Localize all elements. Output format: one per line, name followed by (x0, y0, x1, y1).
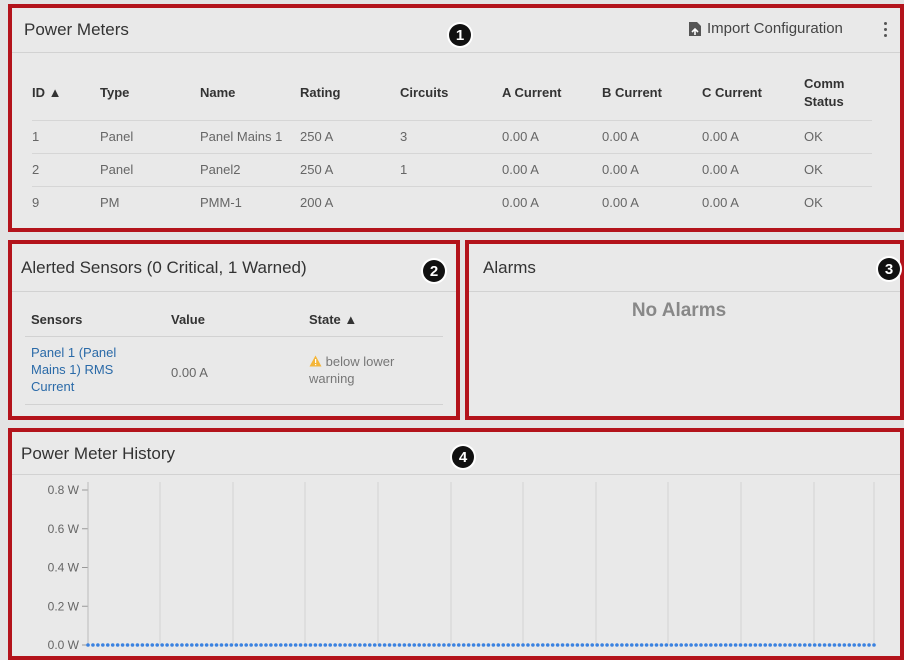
alerted-sensors-divider (11, 291, 457, 292)
cell-circuits: 3 (400, 119, 502, 153)
cell-comm-status: OK (804, 119, 872, 153)
import-configuration-label: Import Configuration (707, 20, 843, 37)
value-header[interactable]: Value (171, 312, 205, 327)
cell-circuits: 1 (400, 152, 502, 186)
table-row[interactable]: 9 PM PMM-1 200 A 0.00 A 0.00 A 0.00 A OK (32, 185, 872, 219)
table-row[interactable]: 1 Panel Panel Mains 1 250 A 3 0.00 A 0.0… (32, 119, 872, 153)
cell-b-current: 0.00 A (602, 152, 702, 186)
cell-id: 9 (32, 185, 100, 219)
cell-rating: 250 A (300, 119, 400, 153)
cell-c-current: 0.00 A (702, 119, 804, 153)
cell-type: Panel (100, 152, 200, 186)
cell-comm-status: OK (804, 185, 872, 219)
alerted-sensors-title: Alerted Sensors (0 Critical, 1 Warned) (21, 258, 307, 277)
power-meter-history-title: Power Meter History (21, 444, 175, 463)
cell-a-current: 0.00 A (502, 185, 602, 219)
col-comm-status-header[interactable]: Comm Status (804, 66, 872, 120)
cell-id: 2 (32, 152, 100, 186)
col-id-header[interactable]: ID ▲ (32, 66, 100, 120)
sensors-header-divider (25, 336, 443, 337)
sensor-state-label: below lower warning (309, 354, 395, 386)
power-meters-table: ID ▲ Type Name Rating Circuits A Current… (32, 66, 872, 219)
cell-name: Panel2 (200, 152, 300, 186)
history-divider (11, 474, 904, 475)
power-meters-title: Power Meters (24, 20, 129, 39)
cell-c-current: 0.00 A (702, 152, 804, 186)
col-b-current-header[interactable]: B Current (602, 66, 702, 120)
cell-type: Panel (100, 119, 200, 153)
col-a-current-header[interactable]: A Current (502, 66, 602, 120)
cell-b-current: 0.00 A (602, 185, 702, 219)
cell-name: Panel Mains 1 (200, 119, 300, 153)
sensors-row-divider (25, 404, 443, 405)
alerted-sensors-panel: Alerted Sensors (0 Critical, 1 Warned) S… (11, 244, 457, 416)
cell-c-current: 0.00 A (702, 185, 804, 219)
cell-name: PMM-1 (200, 185, 300, 219)
cell-a-current: 0.00 A (502, 119, 602, 153)
callout-badge-1: 1 (449, 24, 471, 46)
col-rating-header[interactable]: Rating (300, 66, 400, 120)
col-name-header[interactable]: Name (200, 66, 300, 120)
more-options-icon[interactable] (882, 21, 890, 39)
cell-id: 1 (32, 119, 100, 153)
sensor-state: below lower warning (309, 353, 409, 387)
sensors-header[interactable]: Sensors (31, 312, 82, 327)
sensor-link[interactable]: Panel 1 (Panel Mains 1) RMS Current (31, 344, 131, 395)
col-type-header[interactable]: Type (100, 66, 200, 120)
cell-type: PM (100, 185, 200, 219)
cell-rating: 250 A (300, 152, 400, 186)
callout-badge-2: 2 (423, 260, 445, 282)
alarms-title: Alarms (483, 258, 536, 277)
col-c-current-header[interactable]: C Current (702, 66, 804, 120)
col-circuits-header[interactable]: Circuits (400, 66, 502, 120)
state-header[interactable]: State ▲ (309, 312, 357, 327)
callout-badge-4: 4 (452, 446, 474, 468)
cell-b-current: 0.00 A (602, 119, 702, 153)
alarms-divider (469, 291, 904, 292)
cell-rating: 200 A (300, 185, 400, 219)
no-alarms-text: No Alarms (631, 300, 727, 321)
power-meters-divider (10, 52, 904, 53)
sensor-value: 0.00 A (171, 365, 208, 380)
alarms-panel: Alarms No Alarms (469, 244, 904, 416)
cell-comm-status: OK (804, 152, 872, 186)
cell-circuits (400, 185, 502, 219)
warning-icon (309, 355, 322, 367)
import-file-icon (689, 21, 701, 36)
callout-badge-3: 3 (878, 258, 900, 280)
import-configuration-button[interactable]: Import Configuration (688, 20, 843, 37)
table-row[interactable]: 2 Panel Panel2 250 A 1 0.00 A 0.00 A 0.0… (32, 152, 872, 186)
cell-a-current: 0.00 A (502, 152, 602, 186)
